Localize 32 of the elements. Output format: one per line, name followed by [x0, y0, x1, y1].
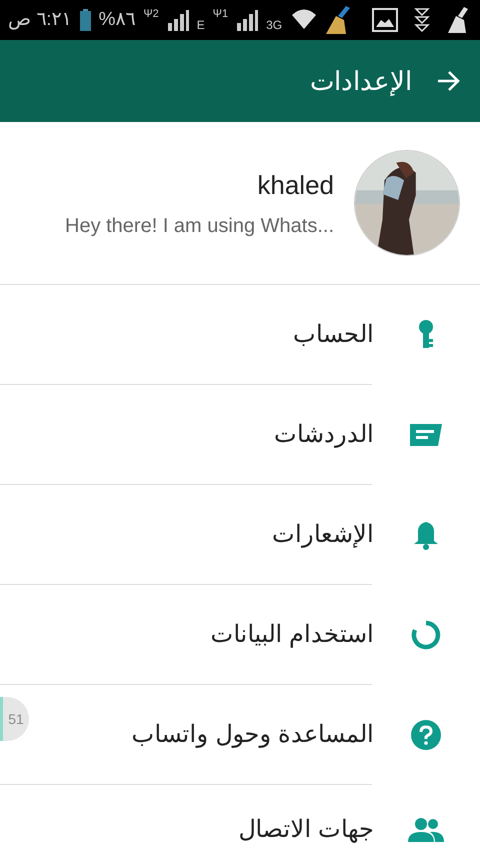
item-label: استخدام البيانات	[210, 620, 374, 650]
chevrons-icon	[414, 7, 430, 33]
profile-status: Hey there! I am using Whats...	[65, 214, 334, 238]
battery-text: %٨٦	[98, 8, 136, 32]
back-arrow-icon[interactable]	[436, 70, 460, 92]
screen-title: الإعدادات	[310, 64, 412, 98]
clock-text: ٦:٢١ ص	[8, 8, 72, 32]
signal-icon	[236, 9, 258, 31]
contacts-icon	[408, 818, 444, 842]
settings-item[interactable]: الدردشات	[0, 385, 480, 485]
item-label: الدردشات	[274, 420, 374, 450]
item-label: جهات الاتصال	[238, 814, 374, 845]
network-type: 3G	[266, 17, 282, 34]
item-label: الحساب	[293, 320, 374, 350]
image-icon	[372, 8, 398, 32]
settings-item[interactable]: استخدام البيانات	[0, 585, 480, 685]
sim-label: Ψ1	[212, 6, 228, 22]
settings-item[interactable]: الحساب	[0, 285, 480, 385]
settings-item[interactable]: الإشعارات	[0, 485, 480, 585]
chat-icon	[410, 424, 442, 446]
item-label: المساعدة وحول واتساب	[132, 720, 374, 750]
key-icon	[419, 320, 433, 350]
settings-item[interactable]: جهات الاتصال	[0, 785, 480, 854]
battery-icon	[80, 9, 91, 31]
help-icon	[411, 720, 441, 750]
profile-name: khaled	[257, 168, 334, 202]
signal-icon	[166, 9, 189, 31]
network-type: E	[196, 17, 205, 34]
sim-label: Ψ2	[143, 6, 159, 22]
data-usage-icon	[411, 620, 441, 650]
item-label: الإشعارات	[272, 520, 374, 550]
bell-icon	[412, 520, 440, 550]
